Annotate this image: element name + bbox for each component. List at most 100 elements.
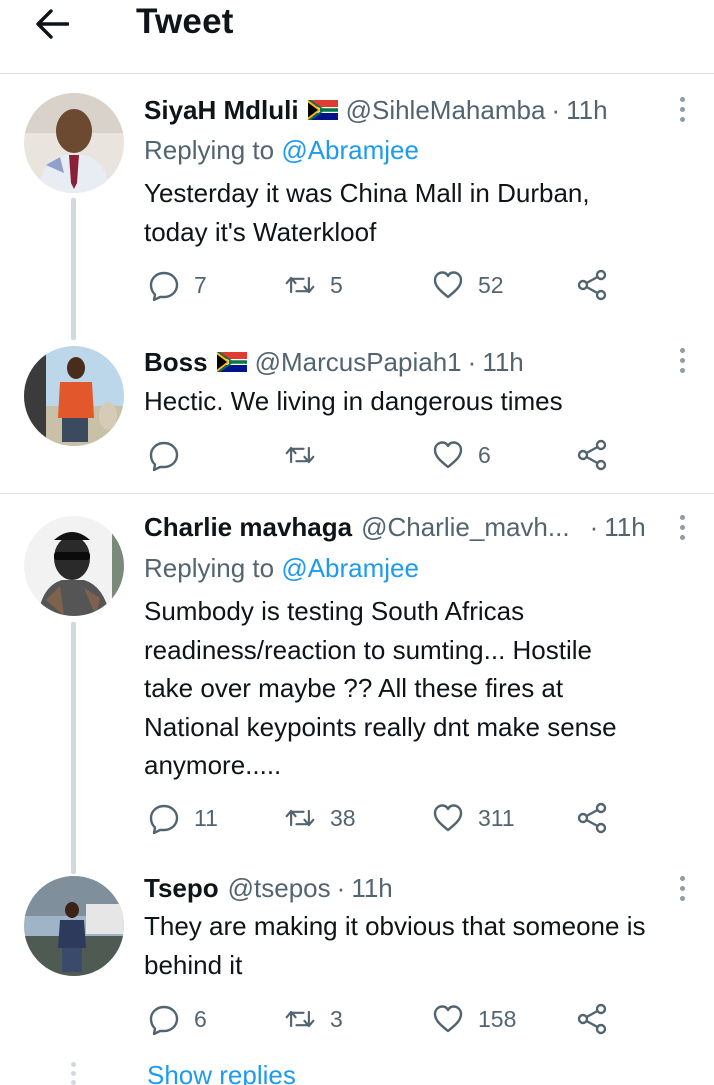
- tweet-header: Charlie mavhaga @Charlie_mavh... · 11h: [144, 510, 646, 544]
- more-options-button[interactable]: [672, 94, 692, 124]
- more-dot: [679, 875, 685, 881]
- tweet-text-line: Hectic. We living in dangerous times: [144, 386, 563, 416]
- display-name[interactable]: Boss: [144, 345, 208, 379]
- tweet-text-line: behind it: [144, 949, 243, 980]
- divider: [0, 493, 714, 494]
- avatar[interactable]: [24, 516, 124, 616]
- reply-button[interactable]: 11: [148, 798, 218, 838]
- mention-link[interactable]: @Abramjee: [281, 135, 419, 165]
- reply-button[interactable]: 6: [148, 999, 207, 1039]
- share-button[interactable]: [576, 265, 608, 305]
- tweet-header: Tsepo @tsepos · 11h: [144, 871, 393, 905]
- more-dot: [679, 367, 685, 373]
- like-button[interactable]: 311: [432, 798, 515, 838]
- tweet-text-line: Sumbody is testing South Africas: [144, 596, 525, 626]
- avatar[interactable]: [24, 876, 124, 976]
- thread-connector: [71, 622, 76, 874]
- tweet-header: SiyaH Mdluli @SihleMahamba · 11h: [144, 93, 608, 127]
- more-dot: [679, 357, 685, 363]
- tweet-text-line: They are making it obvious that someone …: [144, 911, 646, 941]
- top-bar: Tweet: [0, 0, 714, 74]
- back-button[interactable]: [30, 2, 74, 46]
- more-dot: [679, 534, 685, 540]
- tweet-text: Sumbody is testing South Africas readine…: [144, 592, 704, 785]
- like-button[interactable]: 158: [432, 999, 516, 1039]
- timestamp[interactable]: 11h: [604, 510, 645, 544]
- action-bar: 7 5 52: [144, 265, 624, 305]
- share-button[interactable]: [576, 798, 608, 838]
- thread-connector: [71, 198, 76, 340]
- retweet-button[interactable]: 3: [284, 999, 343, 1039]
- user-handle[interactable]: @SihleMahamba: [346, 93, 546, 127]
- retweet-count: 3: [330, 1005, 343, 1032]
- heart-icon: [433, 804, 463, 832]
- timestamp[interactable]: 11h: [482, 345, 523, 379]
- more-dot: [679, 347, 685, 353]
- heart-icon: [433, 1005, 463, 1033]
- reply-count: 6: [194, 1005, 207, 1032]
- retweet-button[interactable]: [284, 435, 330, 475]
- retweet-icon: [285, 809, 315, 827]
- like-count: 311: [478, 804, 515, 831]
- retweet-button[interactable]: 38: [284, 798, 356, 838]
- more-dot: [679, 106, 685, 112]
- timestamp[interactable]: 11h: [351, 871, 392, 905]
- reply-button[interactable]: 7: [148, 265, 207, 305]
- tweet-header: Boss @MarcusPapiah1 · 11h: [144, 345, 524, 379]
- tweet-text-line: Yesterday it was China Mall in Durban,: [144, 178, 590, 208]
- user-handle[interactable]: @Charlie_mavh...: [361, 510, 569, 544]
- replying-label: Replying to: [144, 553, 275, 583]
- avatar[interactable]: [24, 346, 124, 446]
- reply-button[interactable]: [148, 435, 194, 475]
- reply-count: 11: [194, 804, 218, 831]
- show-replies-link[interactable]: Show replies: [147, 1058, 296, 1085]
- timestamp[interactable]: 11h: [566, 93, 607, 127]
- share-icon: [577, 269, 607, 301]
- share-button[interactable]: [576, 999, 608, 1039]
- tweet-text: Hectic. We living in dangerous times: [144, 382, 704, 421]
- more-dot: [679, 514, 685, 520]
- like-count: 52: [478, 271, 504, 298]
- replying-label: Replying to: [144, 135, 275, 165]
- more-options-button[interactable]: [672, 512, 692, 542]
- share-button[interactable]: [576, 435, 608, 475]
- display-name[interactable]: Tsepo: [144, 871, 219, 905]
- like-button[interactable]: 6: [432, 435, 491, 475]
- mention-link[interactable]: @Abramjee: [281, 553, 419, 583]
- display-name[interactable]: SiyaH Mdluli: [144, 93, 299, 127]
- more-dot: [679, 895, 685, 901]
- action-bar: 6 3 158: [144, 999, 624, 1039]
- tweet-text: They are making it obvious that someone …: [144, 907, 704, 984]
- separator-dot: ·: [467, 347, 477, 377]
- reply-icon: [149, 271, 179, 301]
- share-icon: [577, 802, 607, 834]
- action-bar: 6: [144, 435, 624, 475]
- more-dot: [679, 524, 685, 530]
- more-dot: [679, 885, 685, 891]
- arrow-left-icon: [36, 9, 69, 39]
- reply-count: 7: [194, 271, 207, 298]
- tweet-text-line: National keypoints really dnt make sense: [144, 711, 617, 742]
- more-options-button[interactable]: [672, 345, 692, 375]
- like-count: 158: [478, 1005, 517, 1032]
- user-handle[interactable]: @tsepos: [228, 871, 331, 905]
- user-handle[interactable]: @MarcusPapiah1: [255, 345, 462, 379]
- retweet-count: 5: [330, 271, 343, 298]
- avatar[interactable]: [24, 93, 124, 193]
- separator-dot: ·: [336, 873, 346, 903]
- page-title: Tweet: [136, 2, 234, 41]
- retweet-icon: [285, 276, 315, 294]
- like-button[interactable]: 52: [432, 265, 504, 305]
- south-africa-flag-icon: [216, 352, 247, 372]
- separator-dot: ·: [589, 512, 599, 542]
- share-icon: [577, 1003, 607, 1035]
- retweet-count: 38: [330, 804, 356, 831]
- tweet-text: Yesterday it was China Mall in Durban, t…: [144, 174, 704, 251]
- more-options-button[interactable]: [672, 873, 692, 903]
- heart-icon: [433, 271, 463, 299]
- reply-icon: [149, 441, 179, 471]
- retweet-icon: [285, 1010, 315, 1028]
- separator-dot: ·: [551, 95, 561, 125]
- retweet-button[interactable]: 5: [284, 265, 343, 305]
- display-name[interactable]: Charlie mavhaga: [144, 510, 352, 544]
